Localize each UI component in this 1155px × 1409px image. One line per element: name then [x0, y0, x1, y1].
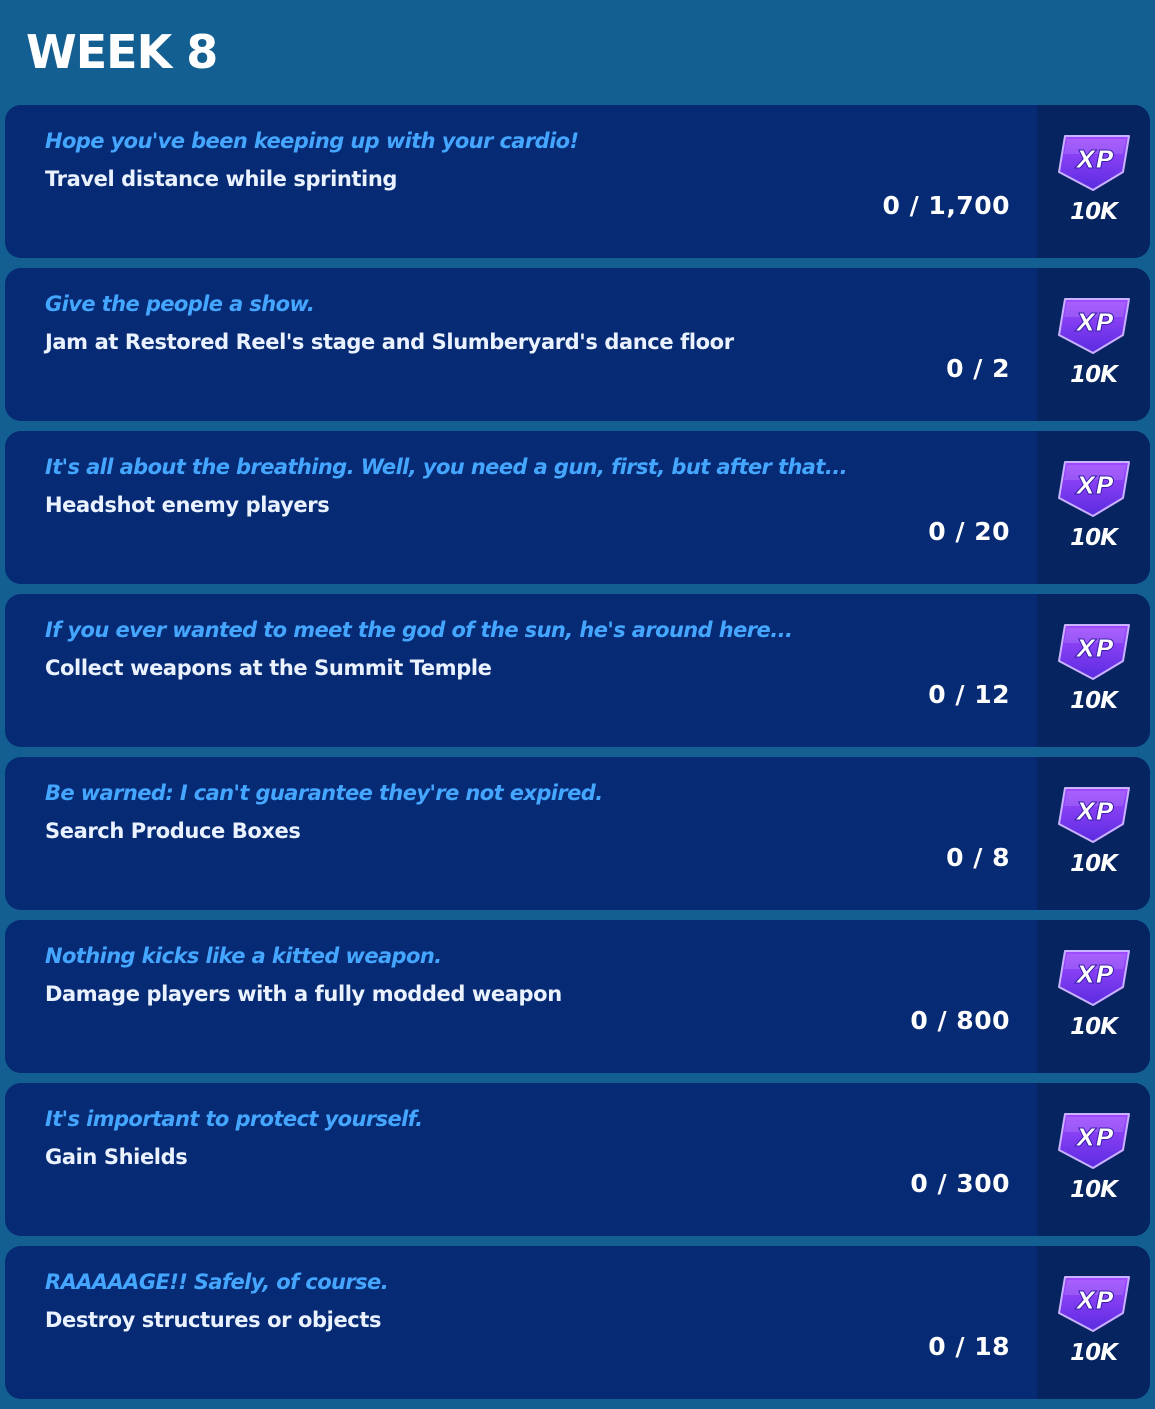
quest-progress: 0 / 300	[910, 1169, 1010, 1198]
quest-flavor-text: Give the people a show.	[45, 292, 315, 316]
quest-progress: 0 / 1,700	[882, 191, 1010, 220]
quest-flavor-text: If you ever wanted to meet the god of th…	[45, 618, 793, 642]
quest-progress: 0 / 18	[928, 1332, 1010, 1361]
xp-icon: XP	[1057, 134, 1131, 192]
xp-icon: XP	[1057, 949, 1131, 1007]
reward-panel: XP 10K	[1037, 431, 1150, 584]
xp-label: XP	[1074, 471, 1114, 500]
reward-amount: 10K	[1070, 1340, 1118, 1366]
quest-progress: 0 / 800	[910, 1006, 1010, 1035]
xp-icon: XP	[1057, 460, 1131, 518]
quest-progress: 0 / 20	[928, 517, 1010, 546]
quest-card[interactable]: If you ever wanted to meet the god of th…	[5, 594, 1150, 747]
reward-panel: XP 10K	[1037, 1246, 1150, 1399]
quest-card[interactable]: Hope you've been keeping up with your ca…	[5, 105, 1150, 258]
quest-task-description: Collect weapons at the Summit Temple	[45, 656, 492, 680]
quest-details: Hope you've been keeping up with your ca…	[5, 105, 1037, 258]
quest-flavor-text: Nothing kicks like a kitted weapon.	[45, 944, 442, 968]
xp-label: XP	[1074, 1286, 1114, 1315]
quest-flavor-text: RAAAAAGE!! Safely, of course.	[45, 1270, 389, 1294]
reward-amount: 10K	[1070, 1014, 1118, 1040]
quest-task-description: Gain Shields	[45, 1145, 188, 1169]
quest-card[interactable]: Be warned: I can't guarantee they're not…	[5, 757, 1150, 910]
reward-amount: 10K	[1070, 362, 1118, 388]
quest-card[interactable]: Nothing kicks like a kitted weapon. Dama…	[5, 920, 1150, 1073]
quest-card[interactable]: Give the people a show. Jam at Restored …	[5, 268, 1150, 421]
quest-list: Hope you've been keeping up with your ca…	[5, 105, 1150, 1409]
quest-task-description: Destroy structures or objects	[45, 1308, 382, 1332]
xp-icon: XP	[1057, 1112, 1131, 1170]
quest-progress: 0 / 8	[946, 843, 1010, 872]
reward-panel: XP 10K	[1037, 920, 1150, 1073]
reward-panel: XP 10K	[1037, 268, 1150, 421]
quest-flavor-text: Hope you've been keeping up with your ca…	[45, 129, 579, 153]
page-title: WEEK 8	[26, 25, 218, 79]
quest-flavor-text: It's important to protect yourself.	[45, 1107, 423, 1131]
quest-progress: 0 / 12	[928, 680, 1010, 709]
reward-panel: XP 10K	[1037, 1083, 1150, 1236]
quest-flavor-text: Be warned: I can't guarantee they're not…	[45, 781, 603, 805]
xp-icon: XP	[1057, 623, 1131, 681]
reward-amount: 10K	[1070, 851, 1118, 877]
xp-icon: XP	[1057, 1275, 1131, 1333]
quest-task-description: Travel distance while sprinting	[45, 167, 398, 191]
reward-amount: 10K	[1070, 199, 1118, 225]
quest-card[interactable]: It's important to protect yourself. Gain…	[5, 1083, 1150, 1236]
xp-label: XP	[1074, 797, 1114, 826]
quest-progress: 0 / 2	[946, 354, 1010, 383]
xp-label: XP	[1074, 145, 1114, 174]
quest-details: It's important to protect yourself. Gain…	[5, 1083, 1037, 1236]
quest-details: Nothing kicks like a kitted weapon. Dama…	[5, 920, 1037, 1073]
xp-label: XP	[1074, 1123, 1114, 1152]
quest-details: If you ever wanted to meet the god of th…	[5, 594, 1037, 747]
reward-panel: XP 10K	[1037, 594, 1150, 747]
reward-panel: XP 10K	[1037, 757, 1150, 910]
reward-panel: XP 10K	[1037, 105, 1150, 258]
quest-task-description: Damage players with a fully modded weapo…	[45, 982, 562, 1006]
xp-label: XP	[1074, 308, 1114, 337]
quest-card[interactable]: It's all about the breathing. Well, you …	[5, 431, 1150, 584]
quest-task-description: Jam at Restored Reel's stage and Slumber…	[45, 330, 734, 354]
quest-task-description: Search Produce Boxes	[45, 819, 301, 843]
xp-label: XP	[1074, 960, 1114, 989]
quest-details: Give the people a show. Jam at Restored …	[5, 268, 1037, 421]
xp-icon: XP	[1057, 786, 1131, 844]
quest-details: Be warned: I can't guarantee they're not…	[5, 757, 1037, 910]
xp-icon: XP	[1057, 297, 1131, 355]
xp-label: XP	[1074, 634, 1114, 663]
reward-amount: 10K	[1070, 688, 1118, 714]
quest-task-description: Headshot enemy players	[45, 493, 330, 517]
reward-amount: 10K	[1070, 1177, 1118, 1203]
quest-details: RAAAAAGE!! Safely, of course. Destroy st…	[5, 1246, 1037, 1399]
quest-flavor-text: It's all about the breathing. Well, you …	[45, 455, 848, 479]
reward-amount: 10K	[1070, 525, 1118, 551]
quest-card[interactable]: RAAAAAGE!! Safely, of course. Destroy st…	[5, 1246, 1150, 1399]
quest-details: It's all about the breathing. Well, you …	[5, 431, 1037, 584]
